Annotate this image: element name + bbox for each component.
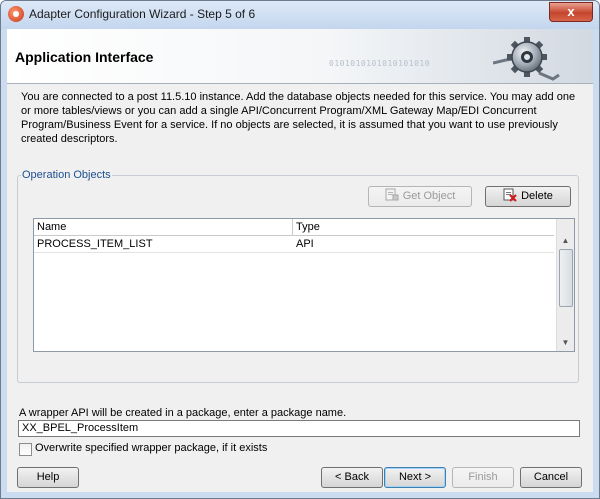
close-button[interactable]: x [549, 2, 593, 22]
package-name-input[interactable]: XX_BPEL_ProcessItem [18, 420, 580, 437]
wizard-window: Adapter Configuration Wizard - Step 5 of… [0, 0, 600, 499]
get-object-label: Get Object [402, 190, 456, 202]
delete-icon [503, 188, 517, 202]
table-header: Name Type [34, 219, 554, 236]
row-name-cell: PROCESS_ITEM_LIST [37, 238, 153, 250]
gear-plug-icon [493, 37, 560, 81]
cancel-label: Cancel [533, 471, 569, 483]
table-row[interactable]: PROCESS_ITEM_LIST API [34, 236, 554, 253]
finish-button[interactable]: Finish [452, 467, 514, 488]
next-button[interactable]: Next > [384, 467, 446, 488]
column-header-name[interactable]: Name [37, 220, 66, 235]
intro-text: You are connected to a post 11.5.10 inst… [21, 91, 576, 145]
vertical-scrollbar[interactable]: ▲ ▼ [556, 219, 574, 351]
row-type-cell: API [296, 238, 314, 250]
operation-objects-legend: Operation Objects [22, 169, 111, 181]
help-label: Help [36, 471, 60, 483]
cancel-button[interactable]: Cancel [520, 467, 582, 488]
column-header-type[interactable]: Type [296, 220, 320, 235]
scrollbar-thumb[interactable] [559, 249, 573, 307]
finish-label: Finish [468, 471, 498, 483]
oracle-jdeveloper-icon [8, 6, 24, 22]
get-object-icon [385, 188, 399, 201]
package-name-label: A wrapper API will be created in a packa… [19, 407, 347, 419]
scroll-down-icon[interactable]: ▼ [559, 337, 572, 349]
column-divider [292, 219, 293, 235]
overwrite-package-checkbox[interactable] [19, 443, 32, 456]
binary-decoration: 0101010101010101010 [329, 59, 431, 68]
wizard-content: Application Interface 010101010101010101… [7, 29, 593, 492]
page-title: Application Interface [15, 49, 154, 65]
delete-button[interactable]: Delete [485, 186, 571, 207]
delete-label: Delete [521, 190, 553, 202]
title-bar[interactable]: Adapter Configuration Wizard - Step 5 of… [1, 1, 599, 29]
scroll-up-icon[interactable]: ▲ [559, 235, 572, 247]
back-button[interactable]: < Back [321, 467, 383, 488]
help-button[interactable]: Help [17, 467, 79, 488]
get-object-button[interactable]: Get Object [368, 186, 472, 207]
operation-objects-table[interactable]: Name Type PROCESS_ITEM_LIST API ▲ ▼ [33, 218, 575, 352]
next-label: Next > [398, 471, 432, 483]
step-header: Application Interface 010101010101010101… [7, 29, 593, 84]
window-title: Adapter Configuration Wizard - Step 5 of… [29, 7, 256, 21]
back-label: < Back [335, 471, 369, 483]
overwrite-package-label[interactable]: Overwrite specified wrapper package, if … [35, 442, 267, 454]
